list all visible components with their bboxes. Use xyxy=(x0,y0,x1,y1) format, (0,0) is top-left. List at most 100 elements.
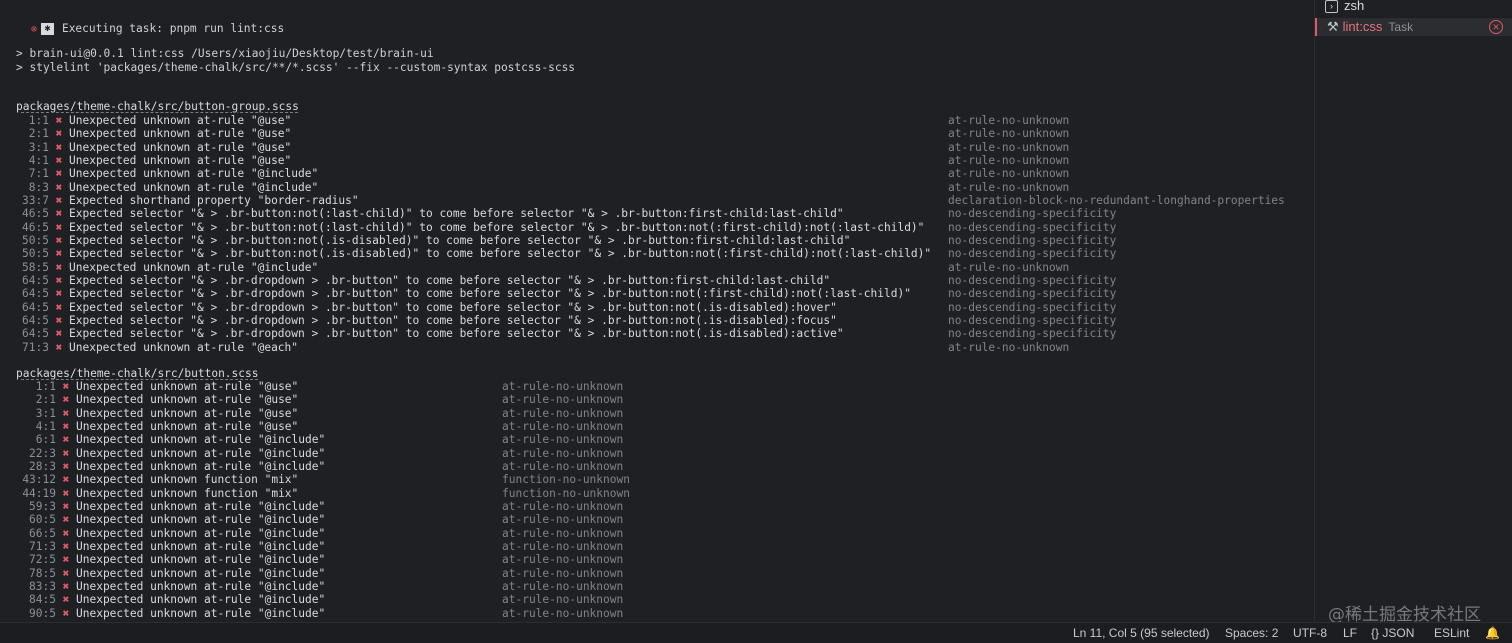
entry-location[interactable]: 44:19 xyxy=(16,487,56,500)
lint-entry: 7:1 ✖ Unexpected unknown at-rule "@include… xyxy=(16,167,1069,180)
bell-icon[interactable]: 🔔 xyxy=(1485,626,1500,640)
entry-location[interactable]: 84:5 xyxy=(16,593,56,606)
entry-location[interactable]: 46:5 xyxy=(16,221,49,234)
entry-rule[interactable]: no-descending-specificity xyxy=(948,207,1116,220)
entry-location[interactable]: 6:1 xyxy=(16,433,56,446)
error-x-icon: ✖ xyxy=(55,273,63,287)
entry-rule[interactable]: no-descending-specificity xyxy=(948,287,1116,300)
entry-location[interactable]: 1:1 xyxy=(16,114,49,127)
entry-location[interactable]: 71:3 xyxy=(16,341,49,354)
terminal-item-zsh[interactable]: › zsh xyxy=(1325,0,1364,15)
entry-location[interactable]: 60:5 xyxy=(16,513,56,526)
entry-rule[interactable]: at-rule-no-unknown xyxy=(948,341,1069,354)
lint-entry: 22:3 ✖ Unexpected unknown at-rule "@includ… xyxy=(16,447,623,460)
entry-rule[interactable]: at-rule-no-unknown xyxy=(502,380,623,393)
entry-rule[interactable]: no-descending-specificity xyxy=(948,247,1116,260)
entry-location[interactable]: 46:5 xyxy=(16,207,49,220)
entry-rule[interactable]: at-rule-no-unknown xyxy=(948,167,1069,180)
entry-location[interactable]: 50:5 xyxy=(16,247,49,260)
entry-location[interactable]: 33:7 xyxy=(16,194,49,207)
entry-rule[interactable]: at-rule-no-unknown xyxy=(502,500,623,513)
entry-rule[interactable]: declaration-block-no-redundant-longhand-… xyxy=(948,194,1285,207)
lint-entry: 33:7 ✖ Expected shorthand property "border… xyxy=(16,194,1285,207)
entry-rule[interactable]: function-no-unknown xyxy=(502,487,630,500)
line-ending[interactable]: LF xyxy=(1343,626,1357,640)
terminal-panel[interactable]: ⊗ ✱ Executing task: pnpm run lint:css > br… xyxy=(0,0,1314,622)
entry-rule[interactable]: at-rule-no-unknown xyxy=(948,141,1069,154)
entry-location[interactable]: 90:5 xyxy=(16,607,56,620)
indentation[interactable]: Spaces: 2 xyxy=(1225,626,1278,640)
entry-location[interactable]: 4:1 xyxy=(16,420,56,433)
entry-location[interactable]: 64:5 xyxy=(16,274,49,287)
entry-rule[interactable]: at-rule-no-unknown xyxy=(502,433,623,446)
error-x-icon: ✖ xyxy=(55,340,63,354)
entry-location[interactable]: 64:5 xyxy=(16,301,49,314)
entry-location[interactable]: 59:3 xyxy=(16,500,56,513)
close-circle-icon[interactable]: ✕ xyxy=(1489,20,1503,34)
entry-location[interactable]: 83:3 xyxy=(16,580,56,593)
entry-location[interactable]: 3:1 xyxy=(16,141,49,154)
entry-rule[interactable]: no-descending-specificity xyxy=(948,274,1116,287)
entry-rule[interactable]: no-descending-specificity xyxy=(948,327,1116,340)
entry-rule[interactable]: at-rule-no-unknown xyxy=(948,261,1069,274)
error-x-icon: ✖ xyxy=(55,287,63,301)
lint-entry: 1:1 ✖ Unexpected unknown at-rule "@use" at-… xyxy=(16,380,623,393)
entry-rule[interactable]: at-rule-no-unknown xyxy=(502,460,623,473)
entry-location[interactable]: 8:3 xyxy=(16,181,49,194)
entry-rule[interactable]: at-rule-no-unknown xyxy=(502,447,623,460)
entry-location[interactable]: 4:1 xyxy=(16,154,49,167)
entry-location[interactable]: 64:5 xyxy=(16,287,49,300)
entry-rule[interactable]: no-descending-specificity xyxy=(948,221,1116,234)
task-item-label: lint:css xyxy=(1342,19,1383,34)
entry-location[interactable]: 50:5 xyxy=(16,234,49,247)
entry-rule[interactable]: at-rule-no-unknown xyxy=(948,181,1069,194)
language-mode[interactable]: {} JSON xyxy=(1371,626,1414,640)
entry-rule[interactable]: at-rule-no-unknown xyxy=(948,154,1069,167)
entry-location[interactable]: 72:5 xyxy=(16,553,56,566)
entry-rule[interactable]: no-descending-specificity xyxy=(948,234,1116,247)
entry-rule[interactable]: at-rule-no-unknown xyxy=(502,593,623,606)
entry-location[interactable]: 22:3 xyxy=(16,447,56,460)
entry-location[interactable]: 43:12 xyxy=(16,473,56,486)
eslint-status[interactable]: ESLint xyxy=(1434,626,1469,640)
entry-location[interactable]: 58:5 xyxy=(16,261,49,274)
entry-rule[interactable]: at-rule-no-unknown xyxy=(502,553,623,566)
entry-rule[interactable]: at-rule-no-unknown xyxy=(502,567,623,580)
entry-rule[interactable]: no-descending-specificity xyxy=(948,301,1116,314)
entry-location[interactable]: 66:5 xyxy=(16,527,56,540)
entry-rule[interactable]: at-rule-no-unknown xyxy=(502,407,623,420)
entry-location[interactable]: 64:5 xyxy=(16,314,49,327)
lint-entry: 64:5 ✖ Expected selector "& > .br-dropdown… xyxy=(16,287,1116,301)
lint-entry: 59:3 ✖ Unexpected unknown at-rule "@includ… xyxy=(16,500,623,513)
entry-message: Unexpected unknown at-rule "@use" xyxy=(69,140,292,154)
file-title[interactable]: packages/theme-chalk/src/button.scss xyxy=(16,367,258,380)
lint-entry: 78:5 ✖ Unexpected unknown at-rule "@includ… xyxy=(16,567,623,580)
entry-location[interactable]: 1:1 xyxy=(16,380,56,393)
entry-location[interactable]: 71:3 xyxy=(16,540,56,553)
encoding[interactable]: UTF-8 xyxy=(1293,626,1327,640)
entry-rule[interactable]: no-descending-specificity xyxy=(948,314,1116,327)
entry-rule[interactable]: at-rule-no-unknown xyxy=(502,607,623,620)
entry-rule[interactable]: at-rule-no-unknown xyxy=(502,420,623,433)
cursor-position[interactable]: Ln 11, Col 5 (95 selected) xyxy=(1073,626,1210,640)
entry-rule[interactable]: at-rule-no-unknown xyxy=(502,513,623,526)
file-title[interactable]: packages/theme-chalk/src/button-group.sc… xyxy=(16,100,299,113)
entry-location[interactable]: 2:1 xyxy=(16,127,49,140)
entry-location[interactable]: 3:1 xyxy=(16,407,56,420)
terminal-item-lint-css[interactable]: ⚒ lint:css Task ✕ xyxy=(1315,18,1512,36)
entry-location[interactable]: 2:1 xyxy=(16,393,56,406)
entry-rule[interactable]: at-rule-no-unknown xyxy=(502,580,623,593)
entry-rule[interactable]: function-no-unknown xyxy=(502,473,630,486)
entry-rule[interactable]: at-rule-no-unknown xyxy=(948,127,1069,140)
entry-rule[interactable]: at-rule-no-unknown xyxy=(502,540,623,553)
entry-rule[interactable]: at-rule-no-unknown xyxy=(502,393,623,406)
entry-location[interactable]: 78:5 xyxy=(16,567,56,580)
entry-rule[interactable]: at-rule-no-unknown xyxy=(948,114,1069,127)
lint-entry: 66:5 ✖ Unexpected unknown at-rule "@includ… xyxy=(16,527,623,540)
entry-location[interactable]: 28:3 xyxy=(16,460,56,473)
entry-location[interactable]: 7:1 xyxy=(16,167,49,180)
entry-message: Unexpected unknown at-rule "@include" xyxy=(69,180,319,194)
entry-location[interactable]: 64:5 xyxy=(16,327,49,340)
entry-rule[interactable]: at-rule-no-unknown xyxy=(502,527,623,540)
error-x-icon: ✖ xyxy=(55,220,63,234)
